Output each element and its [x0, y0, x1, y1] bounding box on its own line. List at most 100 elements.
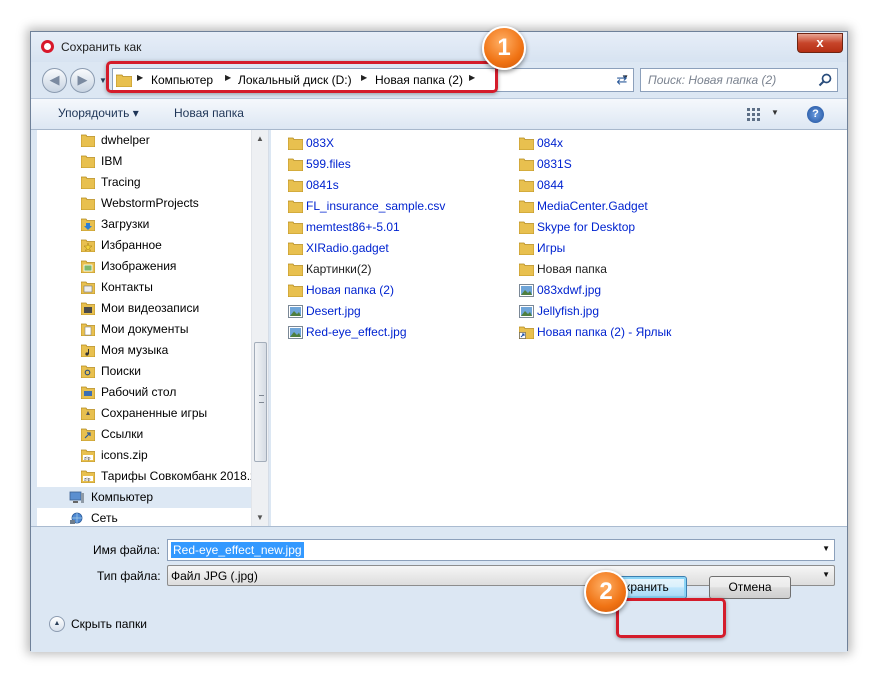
back-button[interactable]: ◀	[42, 68, 67, 93]
tree-item[interactable]: Tracing	[37, 172, 251, 193]
folder-icon	[288, 284, 303, 297]
search-field[interactable]: Поиск: Новая папка (2)	[640, 68, 838, 92]
file-list[interactable]: 083X 599.files 0841s FL_insurance_sample…	[271, 130, 847, 526]
view-dropdown-icon: ▼	[771, 108, 779, 117]
computer-icon	[69, 491, 84, 503]
folder-icon	[288, 200, 303, 213]
cancel-button[interactable]: Отмена	[709, 576, 791, 599]
zip-icon: zip	[81, 470, 95, 483]
filename-label: Имя файла:	[93, 543, 160, 557]
back-arrow-icon: ◀	[49, 72, 60, 87]
scroll-down-icon[interactable]: ▼	[256, 513, 264, 522]
favorites-folder-icon	[81, 239, 95, 252]
contacts-folder-icon	[81, 281, 95, 294]
tree-item[interactable]: Загрузки	[37, 214, 251, 235]
close-button[interactable]: x	[797, 33, 843, 53]
searches-folder-icon	[81, 365, 95, 378]
tree-item[interactable]: WebstormProjects	[37, 193, 251, 214]
folder-icon	[81, 134, 95, 147]
links-folder-icon	[81, 428, 95, 441]
shortcut-icon	[519, 326, 534, 339]
folder-icon	[288, 137, 303, 150]
tree-scrollbar[interactable]: ▲ ▼	[251, 130, 268, 526]
tree-item[interactable]: Избранное	[37, 235, 251, 256]
address-bar-highlight	[106, 61, 498, 93]
tree-item[interactable]: Контакты	[37, 277, 251, 298]
save-button-highlight	[616, 598, 726, 638]
tree-item[interactable]: Сохраненные игры	[37, 403, 251, 424]
filetype-value: Файл JPG (.jpg)	[171, 569, 258, 583]
folder-icon	[519, 158, 534, 171]
folder-icon	[288, 221, 303, 234]
forward-button[interactable]: ▶	[70, 68, 95, 93]
tree-item[interactable]: zip icons.zip	[37, 445, 251, 466]
desktop-folder-icon	[81, 386, 95, 399]
folder-icon	[81, 176, 95, 189]
tree-item[interactable]: Моя музыка	[37, 340, 251, 361]
tree-item[interactable]: Мои видеозаписи	[37, 298, 251, 319]
folder-icon	[519, 263, 534, 276]
network-icon	[70, 512, 83, 524]
forward-arrow-icon: ▶	[77, 72, 88, 87]
tree-item[interactable]: dwhelper	[37, 130, 251, 151]
music-folder-icon	[81, 344, 95, 357]
documents-folder-icon	[81, 323, 95, 336]
image-file-icon	[519, 284, 534, 297]
window-title: Сохранить как	[61, 40, 142, 54]
folder-icon	[519, 242, 534, 255]
tree-item[interactable]: IBM	[37, 151, 251, 172]
tree-item[interactable]: zip Тарифы Совкомбанк 2018.z	[37, 466, 256, 487]
pictures-folder-icon	[81, 260, 95, 273]
view-options-button[interactable]: ▼	[746, 105, 780, 125]
folder-icon	[288, 242, 303, 255]
image-file-icon	[288, 305, 303, 318]
filename-dropdown-icon[interactable]: ▼	[822, 544, 830, 553]
command-toolbar: Упорядочить ▾ Новая папка ▼ ?	[31, 98, 847, 130]
hide-folders-label: Скрыть папки	[71, 617, 147, 631]
grip-icon	[259, 395, 264, 403]
help-button[interactable]: ?	[807, 106, 824, 123]
navigation-tree[interactable]: dwhelper IBM Tracing WebstormProjects За…	[37, 130, 269, 526]
folder-icon	[519, 137, 534, 150]
refresh-icon[interactable]: ⇄	[610, 68, 634, 92]
saved-games-folder-icon	[81, 407, 95, 420]
filename-value[interactable]: Red-eye_effect_new.jpg	[171, 542, 304, 558]
tree-item[interactable]: Поиски	[37, 361, 251, 382]
folder-icon	[81, 155, 95, 168]
svg-text:zip: zip	[84, 477, 91, 483]
folder-icon	[288, 263, 303, 276]
folder-icon	[288, 158, 303, 171]
tree-item-network[interactable]: Сеть	[37, 508, 251, 526]
new-folder-button[interactable]: Новая папка	[174, 106, 244, 120]
step-badge-1: 1	[482, 26, 526, 70]
filetype-dropdown-icon[interactable]: ▼	[822, 570, 830, 579]
search-icon[interactable]	[818, 73, 832, 87]
scroll-thumb[interactable]	[254, 342, 267, 462]
collapse-chevron-icon: ▲	[49, 616, 65, 632]
image-file-icon	[288, 326, 303, 339]
folder-icon	[519, 200, 534, 213]
folder-icon	[81, 197, 95, 210]
tree-item-computer[interactable]: Компьютер	[37, 487, 251, 508]
save-as-dialog: Сохранить как x ◀ ▶ ▼ ▶ Компьютер ▶ Лока…	[30, 31, 848, 652]
opera-icon	[41, 40, 54, 53]
filetype-label: Тип файла:	[97, 569, 161, 583]
folder-icon	[519, 221, 534, 234]
step-badge-2: 2	[584, 570, 628, 614]
svg-text:zip: zip	[84, 456, 91, 462]
folder-icon	[519, 179, 534, 192]
search-placeholder: Поиск: Новая папка (2)	[648, 73, 777, 87]
title-bar: Сохранить как x	[31, 32, 847, 62]
tree-item[interactable]: Мои документы	[37, 319, 251, 340]
tree-item[interactable]: Рабочий стол	[37, 382, 251, 403]
zip-icon: zip	[81, 449, 95, 462]
tree-item[interactable]: Изображения	[37, 256, 251, 277]
scroll-up-icon[interactable]: ▲	[256, 134, 264, 143]
image-file-icon	[519, 305, 534, 318]
folder-icon	[288, 179, 303, 192]
tree-item[interactable]: Ссылки	[37, 424, 251, 445]
organize-button[interactable]: Упорядочить ▾	[58, 106, 139, 120]
filename-input[interactable]: Red-eye_effect_new.jpg ▼	[167, 539, 835, 561]
downloads-folder-icon	[81, 218, 95, 231]
view-grid-icon	[747, 108, 760, 121]
